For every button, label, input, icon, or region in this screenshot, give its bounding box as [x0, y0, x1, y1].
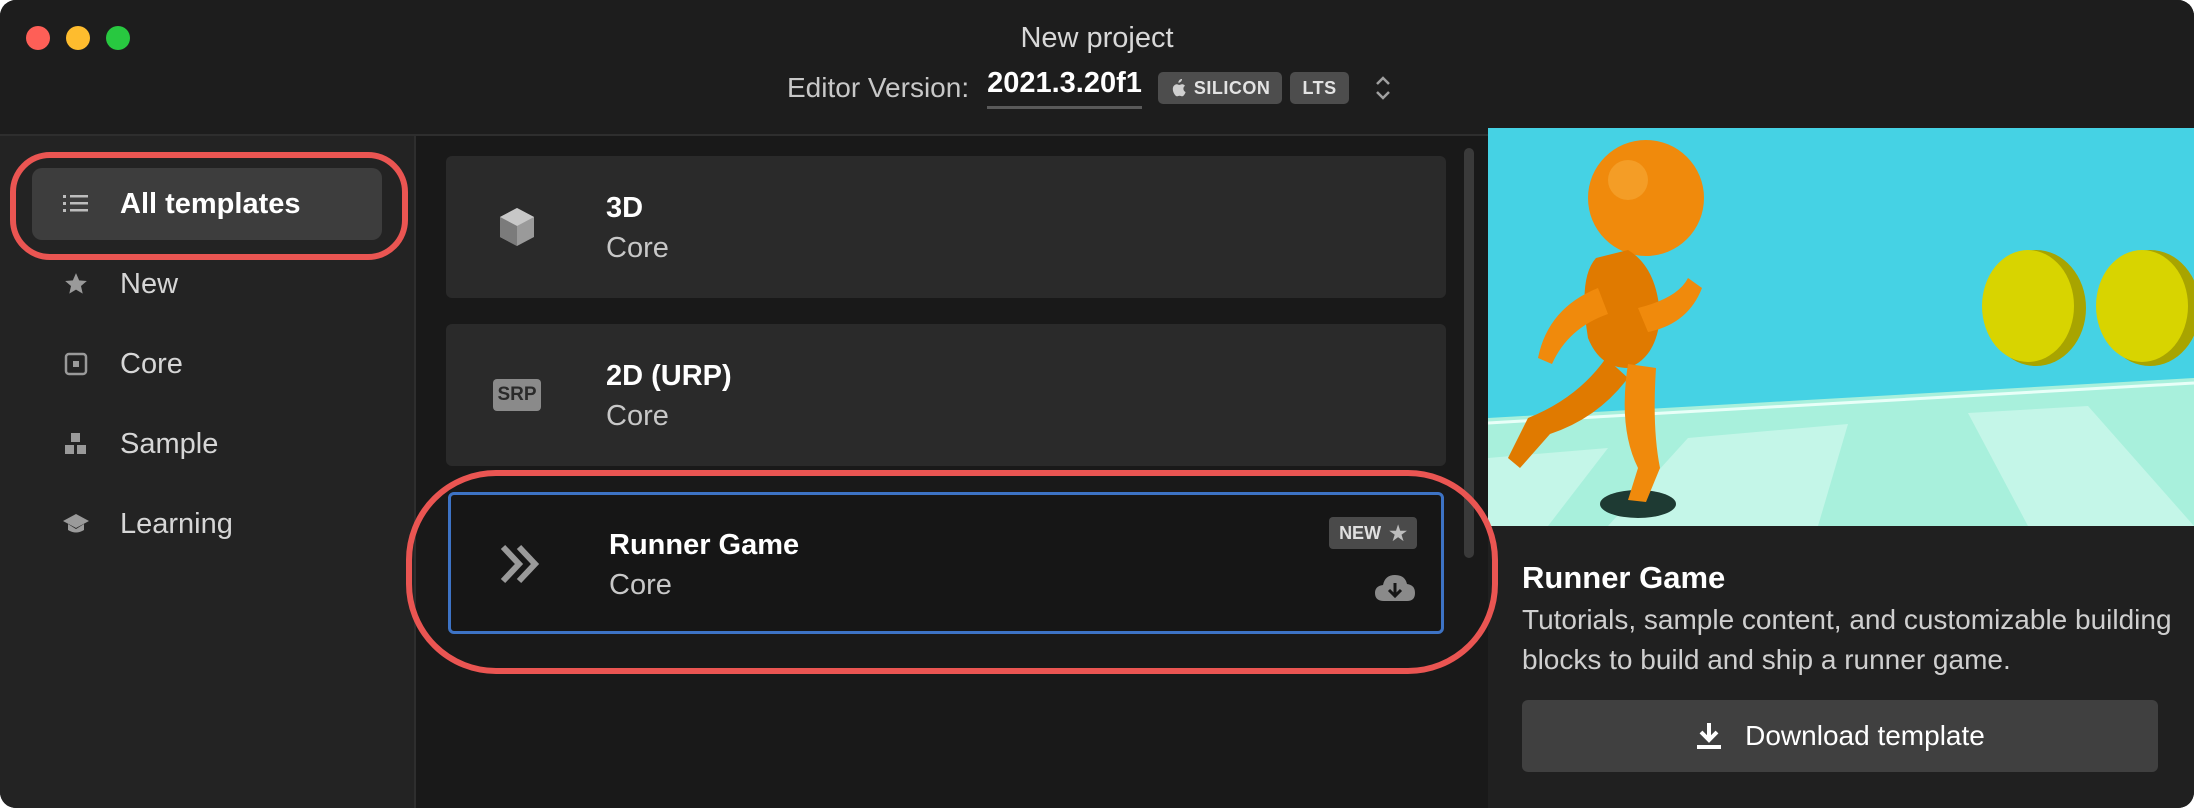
- sidebar-item-label: Core: [120, 347, 183, 380]
- srp-icon: SRP: [492, 370, 542, 420]
- preview-description: Tutorials, sample content, and customiza…: [1522, 604, 2172, 675]
- template-card-3d[interactable]: 3D Core: [446, 156, 1446, 298]
- star-icon: [62, 270, 90, 298]
- sidebar-item-label: Sample: [120, 427, 219, 460]
- editor-version-selector[interactable]: 2021.3.20f1: [987, 67, 1142, 109]
- blocks-icon: [62, 430, 90, 458]
- runner-game-preview-image: [1488, 128, 2194, 526]
- sidebar-item-sample[interactable]: Sample: [32, 408, 382, 480]
- core-square-icon: [62, 350, 90, 378]
- template-list-scrollbar[interactable]: [1464, 148, 1474, 558]
- srp-icon-text: SRP: [493, 379, 541, 411]
- sidebar-item-label: Learning: [120, 507, 233, 540]
- template-name: 2D (URP): [606, 360, 732, 392]
- graduation-cap-icon: [62, 510, 90, 538]
- download-icon: [1697, 723, 1722, 749]
- sidebar-item-learning[interactable]: Learning: [32, 488, 382, 560]
- double-chevron-icon: [500, 544, 540, 584]
- download-template-button[interactable]: Download template: [1522, 700, 2158, 772]
- sidebar-item-label: New: [120, 267, 179, 300]
- template-category-sidebar: All templates New Core Sample Learning: [0, 136, 416, 808]
- apple-icon: [1172, 79, 1186, 97]
- template-category: Core: [606, 232, 669, 264]
- silicon-badge: SILICON: [1157, 72, 1283, 104]
- cube-icon: [500, 208, 534, 246]
- lts-badge: LTS: [1290, 72, 1349, 104]
- template-category: Core: [606, 400, 669, 432]
- editor-version-row: Editor Version: 2021.3.20f1 SILICON LTS: [787, 66, 1395, 110]
- silicon-badge-label: SILICON: [1193, 77, 1271, 98]
- template-category: Core: [609, 569, 672, 601]
- template-name: 3D: [606, 192, 644, 224]
- sidebar-item-new[interactable]: New: [32, 248, 382, 320]
- sidebar-item-label: All templates: [120, 187, 301, 220]
- title-bar: New project Editor Version: 2021.3.20f1 …: [0, 0, 2194, 136]
- window-title: New project: [1020, 22, 1174, 54]
- download-template-label: Download template: [1745, 720, 1985, 751]
- list-icon: [62, 190, 90, 218]
- template-card-2d-urp[interactable]: SRP 2D (URP) Core: [446, 324, 1446, 466]
- template-list: 3D Core SRP 2D (URP) Core Runner Game Co…: [416, 136, 1488, 808]
- template-card-runner-game[interactable]: Runner Game Core NEW ★: [448, 492, 1444, 634]
- editor-version-label: Editor Version:: [787, 72, 970, 103]
- star-icon: ★: [1389, 522, 1407, 545]
- sidebar-item-core[interactable]: Core: [32, 328, 382, 400]
- up-down-chevron-icon[interactable]: [1371, 70, 1395, 106]
- new-project-window: New project Editor Version: 2021.3.20f1 …: [0, 0, 2194, 808]
- template-name: Runner Game: [609, 529, 800, 561]
- new-badge: NEW ★: [1329, 517, 1417, 549]
- preview-title: Runner Game: [1522, 560, 1726, 595]
- template-preview-panel: Runner Game Tutorials, sample content, a…: [1488, 128, 2194, 808]
- sidebar-item-all-templates[interactable]: All templates: [32, 168, 382, 240]
- cloud-download-icon[interactable]: [1373, 571, 1417, 605]
- new-badge-label: NEW: [1339, 522, 1382, 543]
